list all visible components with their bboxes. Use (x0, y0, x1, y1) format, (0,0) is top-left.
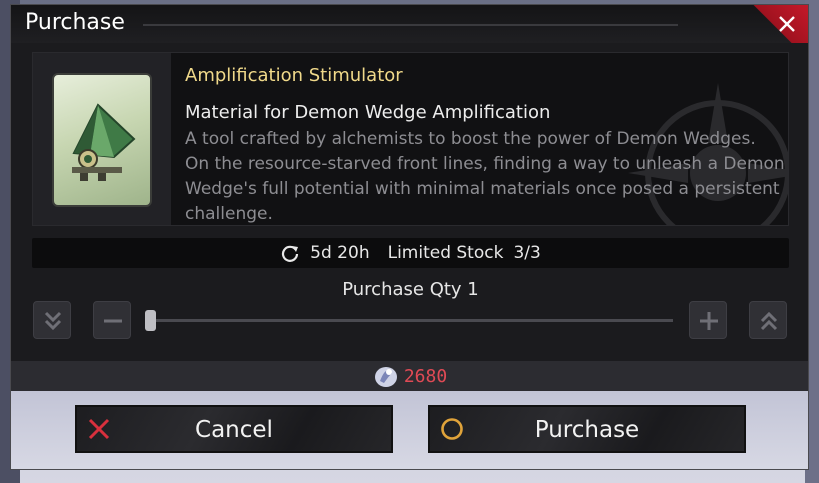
quantity-label: Purchase Qty 1 (342, 279, 479, 300)
dialog-footer: Cancel Purchase (11, 391, 808, 469)
title-bar: Purchase (11, 5, 808, 43)
cancel-label: Cancel (195, 417, 273, 443)
cost-bar: 2680 (11, 361, 808, 391)
title-divider (143, 24, 678, 26)
double-chevron-up-icon (760, 311, 778, 331)
dialog-title: Purchase (25, 10, 125, 35)
double-chevron-down-icon (44, 311, 62, 331)
close-icon[interactable] (774, 11, 800, 37)
purchase-label: Purchase (534, 417, 640, 443)
refresh-icon (282, 245, 299, 262)
item-info-panel: Amplification Stimulator Material for De… (32, 52, 789, 226)
item-image (52, 73, 152, 207)
quantity-slider-handle[interactable] (145, 310, 156, 331)
item-subtitle: Material for Demon Wedge Amplification (185, 102, 551, 123)
restock-timer: 5d 20h (310, 243, 370, 263)
stimulator-crystal-icon (72, 103, 136, 181)
crystal-currency-icon (374, 367, 397, 387)
stock-bar: 5d 20h Limited Stock 3/3 (32, 238, 789, 268)
purchase-button[interactable]: Purchase (428, 405, 746, 453)
item-name: Amplification Stimulator (185, 65, 403, 86)
quantity-slider-track[interactable] (149, 319, 673, 322)
increase-quantity-button[interactable] (689, 301, 727, 339)
min-quantity-button[interactable] (33, 301, 71, 339)
cost-value: 2680 (403, 365, 448, 387)
stock-count: 3/3 (513, 243, 541, 263)
cancel-button[interactable]: Cancel (75, 405, 393, 453)
max-quantity-button[interactable] (749, 301, 787, 339)
plus-icon (700, 312, 718, 330)
purchase-dialog: Purchase Amplification Stimulator Materi… (10, 4, 809, 470)
minus-icon (104, 319, 122, 323)
decrease-quantity-button[interactable] (93, 301, 131, 339)
item-description: A tool crafted by alchemists to boost th… (185, 129, 785, 224)
stock-label: Limited Stock (387, 243, 504, 263)
